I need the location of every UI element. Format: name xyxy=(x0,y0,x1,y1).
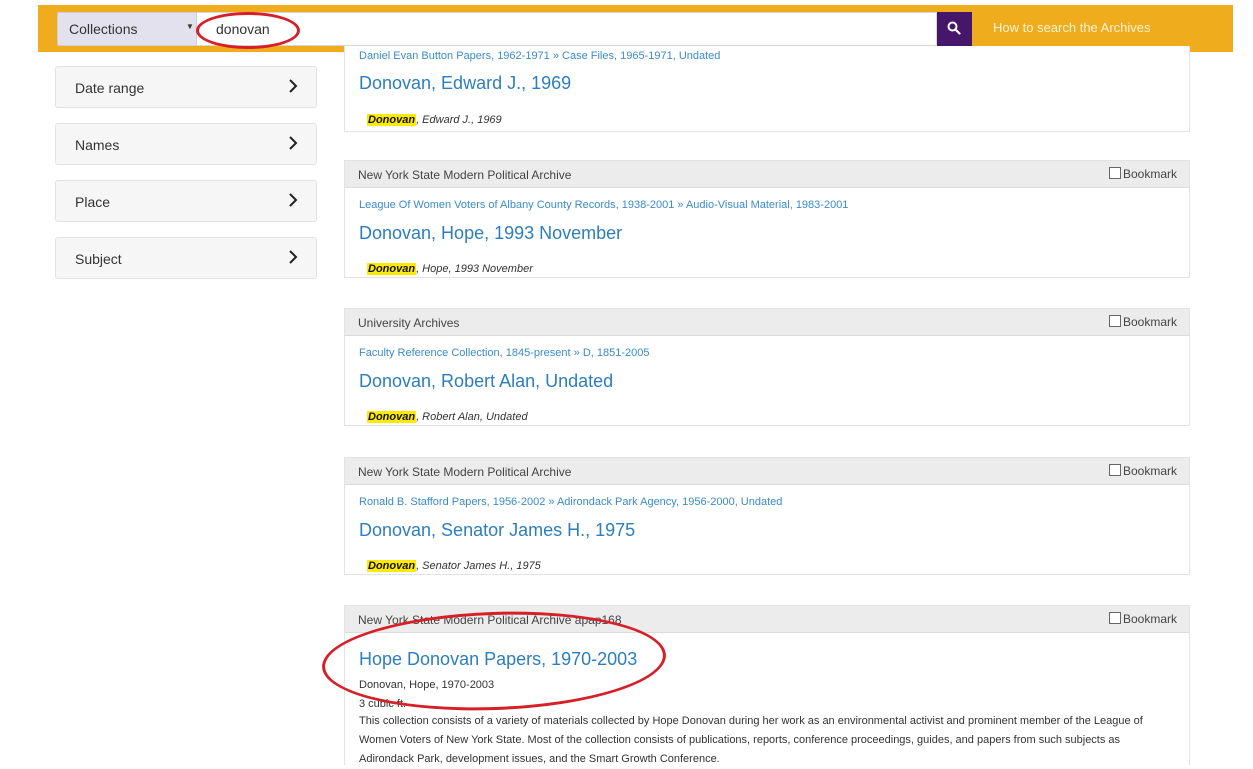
caret-down-icon: ▼ xyxy=(186,22,194,31)
search-icon xyxy=(947,21,961,35)
result-snippet: Donovan, Hope, 1993 November xyxy=(367,263,533,275)
chevron-right-icon xyxy=(289,136,298,150)
breadcrumb-series-link[interactable]: Audio-Visual Material, 1983-2001 xyxy=(686,199,848,211)
breadcrumb-collection-link[interactable]: Ronald B. Stafford Papers, 1956-2002 xyxy=(359,496,545,508)
result-breadcrumb[interactable]: Daniel Evan Button Papers, 1962-1971 » C… xyxy=(359,50,720,62)
result-header: New York State Modern Political Archive … xyxy=(345,458,1189,485)
facet-subject[interactable]: Subject xyxy=(55,237,317,279)
result-title[interactable]: Donovan, Edward J., 1969 xyxy=(359,73,571,94)
result-breadcrumb: Faculty Reference Collection, 1845-prese… xyxy=(359,347,649,359)
result-snippet: Donovan, Senator James H., 1975 xyxy=(367,560,541,572)
breadcrumb-series-link[interactable]: Adirondack Park Agency, 1956-2000, Undat… xyxy=(557,496,782,508)
result-snippet: Donovan, Edward J., 1969 xyxy=(367,114,502,126)
search-highlight: Donovan xyxy=(367,114,417,126)
result-snippet: Donovan, Robert Alan, Undated xyxy=(367,411,528,423)
bookmark-checkbox[interactable]: Bookmark xyxy=(1108,612,1177,626)
search-button[interactable] xyxy=(937,12,972,46)
snippet-text: , Robert Alan, Undated xyxy=(416,411,528,423)
checkbox-icon xyxy=(1108,167,1121,179)
result-repository: New York State Modern Political Archive xyxy=(358,465,572,479)
checkbox-icon xyxy=(1108,464,1121,476)
facet-label: Place xyxy=(75,194,111,210)
bookmark-label: Bookmark xyxy=(1122,464,1177,478)
chevron-right-icon xyxy=(289,250,298,264)
result-title[interactable]: Donovan, Hope, 1993 November xyxy=(359,223,622,244)
checkbox-icon xyxy=(1108,612,1121,624)
result-repository: University Archives xyxy=(358,316,460,330)
facet-label: Subject xyxy=(75,251,122,267)
chevron-right-icon xyxy=(289,79,298,93)
search-input[interactable]: donovan xyxy=(197,12,937,46)
result-breadcrumb: League Of Women Voters of Albany County … xyxy=(359,199,848,211)
result-breadcrumb: Ronald B. Stafford Papers, 1956-2002 » A… xyxy=(359,496,782,508)
scope-dropdown-label: Collections xyxy=(69,21,138,37)
breadcrumb-separator: » xyxy=(573,347,580,359)
facet-label: Date range xyxy=(75,80,145,96)
result-repository: New York State Modern Political Archive xyxy=(358,168,572,182)
search-highlight: Donovan xyxy=(367,411,417,423)
result-card: New York State Modern Political Archive … xyxy=(344,160,1190,278)
facet-names[interactable]: Names xyxy=(55,123,317,165)
result-card: University Archives Bookmark Faculty Ref… xyxy=(344,308,1190,426)
chevron-right-icon xyxy=(289,193,298,207)
facet-place[interactable]: Place xyxy=(55,180,317,222)
scope-dropdown[interactable]: Collections ▼ xyxy=(57,12,197,46)
facet-label: Names xyxy=(75,137,120,153)
breadcrumb-separator: » xyxy=(548,496,555,508)
annotation-circle xyxy=(196,12,300,49)
result-header: University Archives Bookmark xyxy=(345,309,1189,336)
breadcrumb-series-link[interactable]: D, 1851-2005 xyxy=(583,347,650,359)
snippet-text: , Senator James H., 1975 xyxy=(416,560,541,572)
result-card: New York State Modern Political Archive … xyxy=(344,457,1190,575)
bookmark-checkbox[interactable]: Bookmark xyxy=(1108,167,1177,181)
bookmark-checkbox[interactable]: Bookmark xyxy=(1108,315,1177,329)
facet-date-range[interactable]: Date range xyxy=(55,66,317,108)
result-title[interactable]: Donovan, Robert Alan, Undated xyxy=(359,371,613,392)
bookmark-label: Bookmark xyxy=(1122,612,1177,626)
checkbox-icon xyxy=(1108,315,1121,327)
result-description: This collection consists of a variety of… xyxy=(359,715,1143,765)
result-card: Daniel Evan Button Papers, 1962-1971 » C… xyxy=(344,46,1190,132)
breadcrumb-separator: » xyxy=(677,199,684,211)
result-header: New York State Modern Political Archive … xyxy=(345,161,1189,188)
snippet-text: , Hope, 1993 November xyxy=(416,263,533,275)
search-highlight: Donovan xyxy=(367,263,417,275)
breadcrumb-collection-link[interactable]: League Of Women Voters of Albany County … xyxy=(359,199,674,211)
breadcrumb-collection-link[interactable]: Faculty Reference Collection, 1845-prese… xyxy=(359,347,571,359)
search-highlight: Donovan xyxy=(367,560,417,572)
bookmark-label: Bookmark xyxy=(1122,315,1177,329)
result-title[interactable]: Donovan, Senator James H., 1975 xyxy=(359,520,635,541)
bookmark-label: Bookmark xyxy=(1122,167,1177,181)
bookmark-checkbox[interactable]: Bookmark xyxy=(1108,464,1177,478)
snippet-text: , Edward J., 1969 xyxy=(416,114,502,126)
search-help-link[interactable]: How to search the Archives xyxy=(993,20,1151,35)
